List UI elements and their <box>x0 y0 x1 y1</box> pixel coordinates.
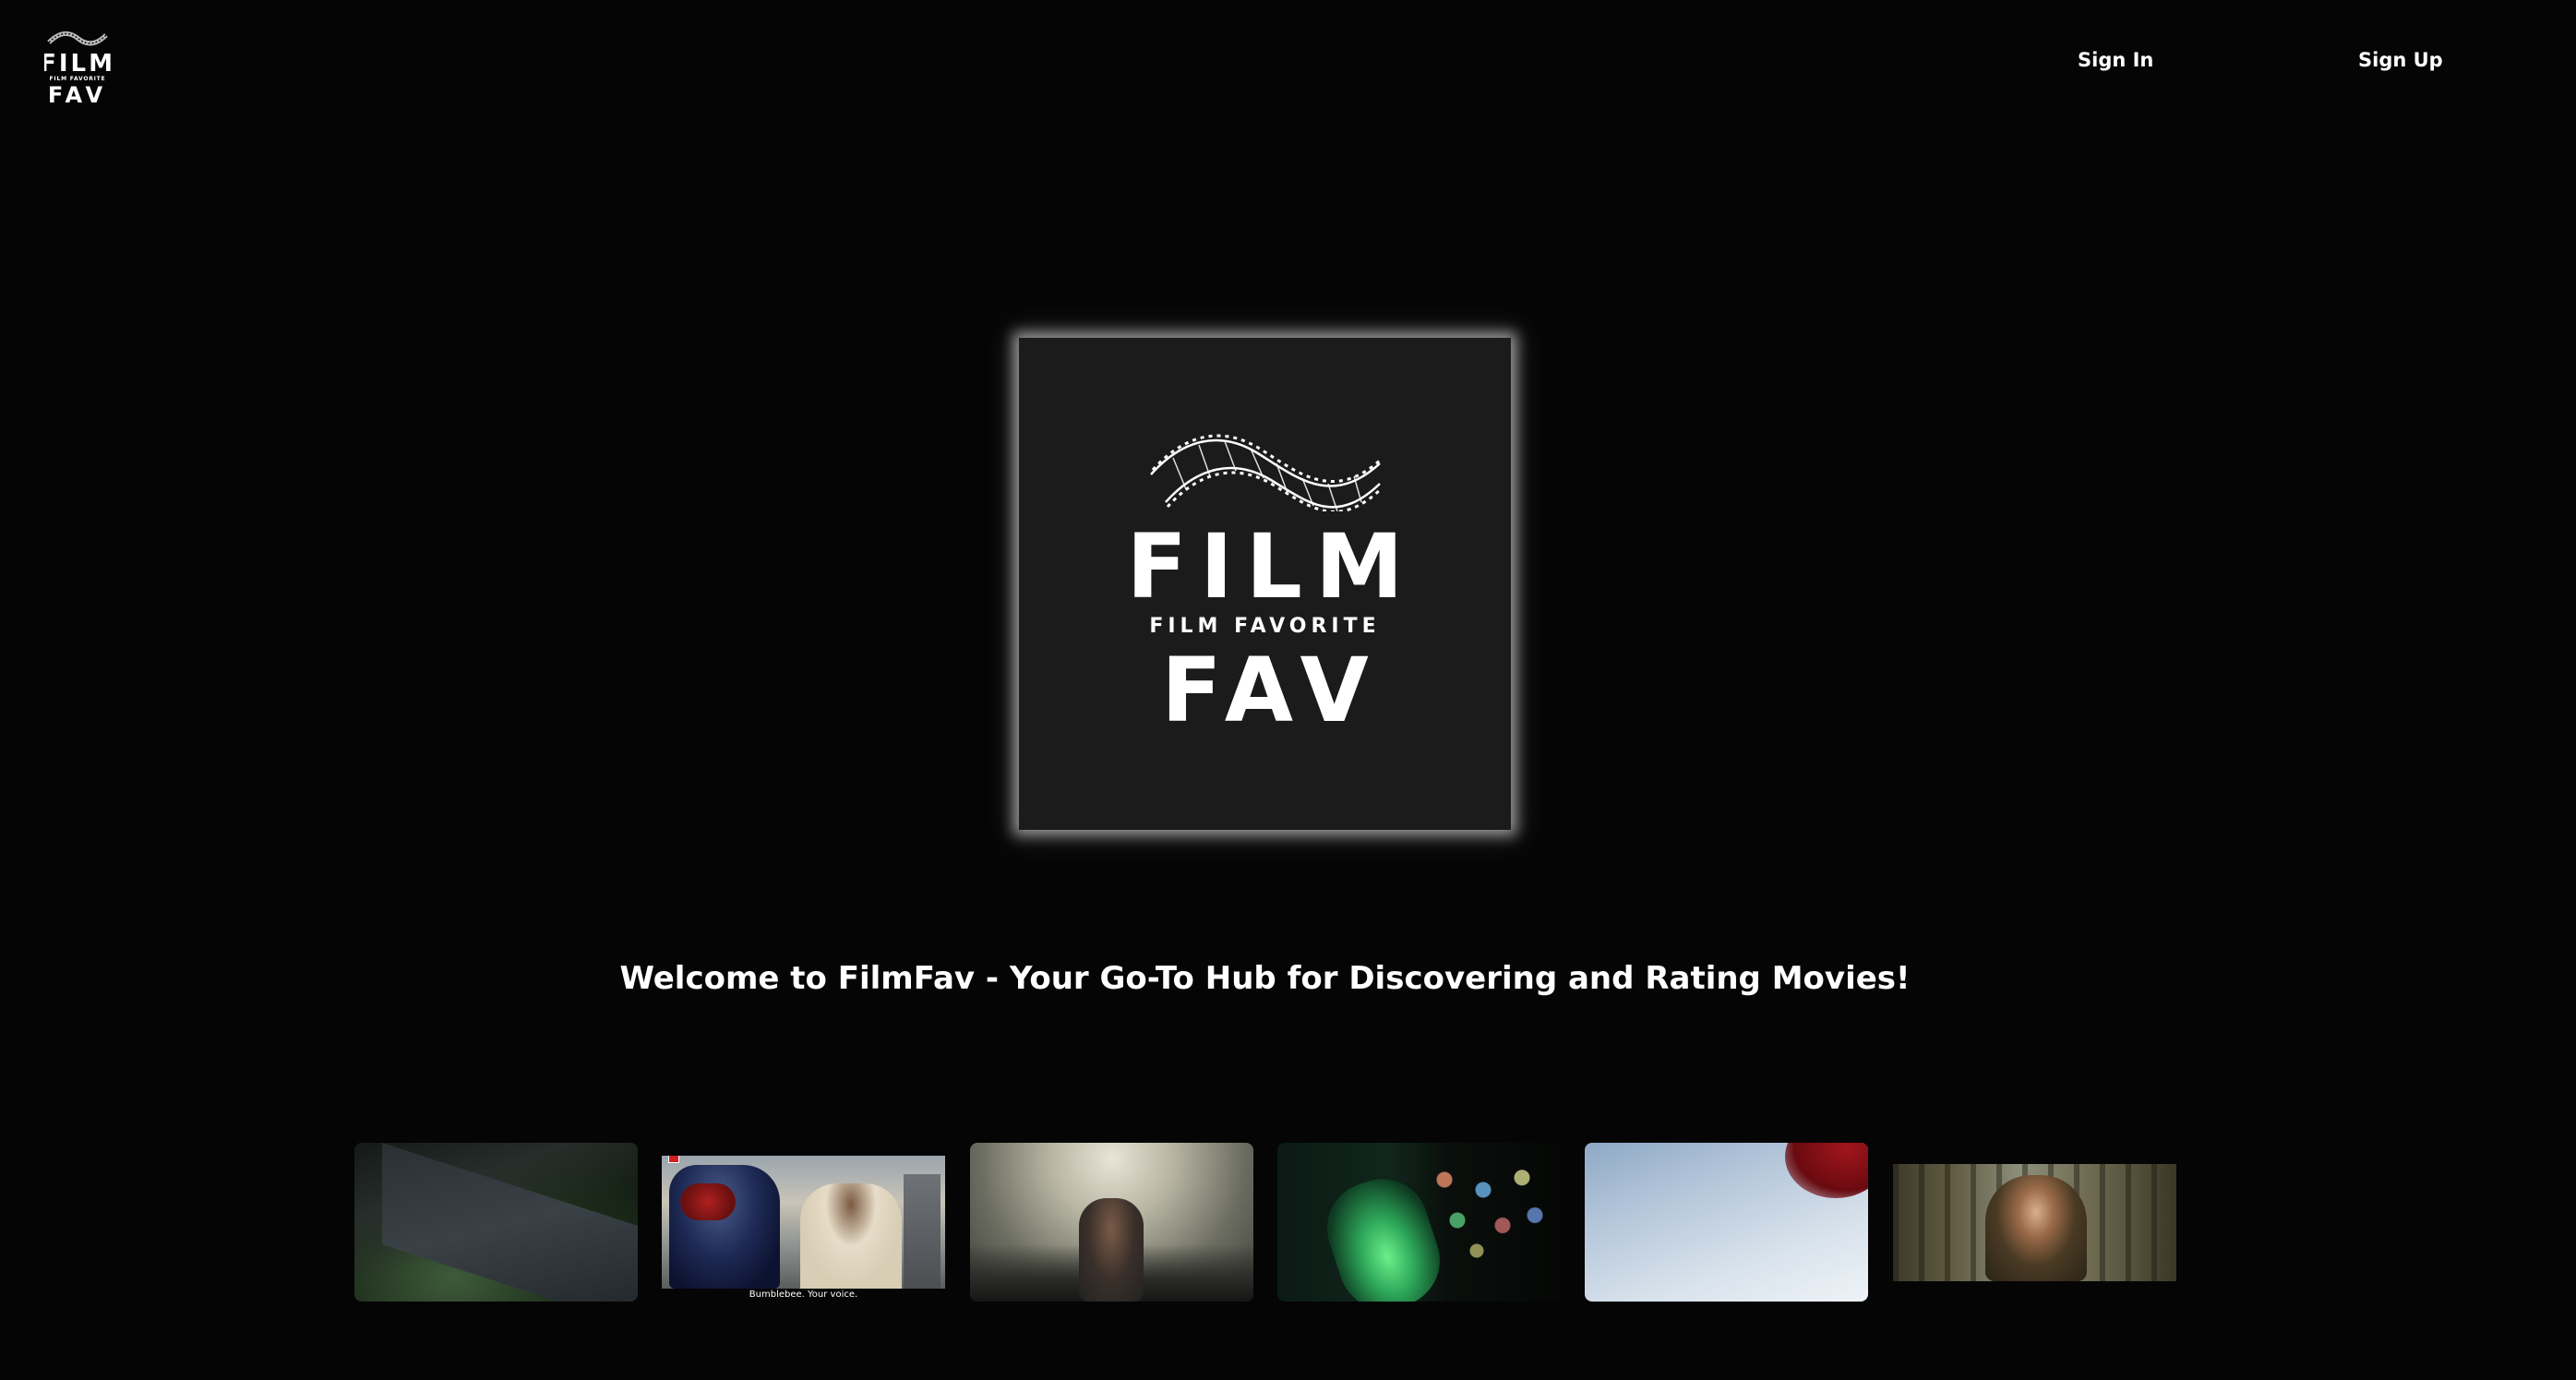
header-logo-top: FILM <box>44 50 111 78</box>
thumbnail-image <box>1079 1198 1144 1302</box>
hero-logo-sub: FILM FAVORITE <box>1149 615 1381 638</box>
movie-thumbnail[interactable] <box>1585 1143 1868 1302</box>
thumbnail-image <box>382 1143 638 1302</box>
movie-thumbnail[interactable] <box>1893 1164 2176 1281</box>
sign-in-link[interactable]: Sign In <box>2078 46 2153 74</box>
sign-up-link[interactable]: Sign Up <box>2358 46 2443 74</box>
movie-thumbnail[interactable]: Bumblebee. Your voice. <box>662 1156 945 1307</box>
film-strip-icon <box>47 31 108 46</box>
header-logo-wordmark: FILM FILM FAVORITE FAV <box>44 50 111 107</box>
hero-logo-bottom: FAV <box>1161 639 1382 742</box>
hero-logo: FILM FILM FAVORITE FAV <box>1019 338 1511 830</box>
welcome-heading: Welcome to FilmFav - Your Go-To Hub for … <box>619 960 1911 997</box>
header-logo-sub: FILM FAVORITE <box>50 76 106 82</box>
movie-thumbnail[interactable] <box>1277 1143 1561 1302</box>
hero-logo-top: FILM <box>1126 515 1417 618</box>
thumbnail-image <box>1985 1175 2087 1281</box>
thumbnail-caption: Bumblebee. Your voice. <box>749 1290 858 1300</box>
header-logo[interactable]: FILM FILM FAVORITE FAV <box>44 28 111 107</box>
movie-thumbnail[interactable] <box>354 1143 638 1302</box>
thumbnail-image <box>662 1156 945 1289</box>
movie-thumbnail[interactable] <box>970 1143 1253 1302</box>
thumbnail-image <box>1785 1143 1868 1198</box>
film-strip-icon <box>1149 434 1383 511</box>
badge-icon <box>668 1156 679 1163</box>
header-logo-bottom: FAV <box>48 82 107 107</box>
